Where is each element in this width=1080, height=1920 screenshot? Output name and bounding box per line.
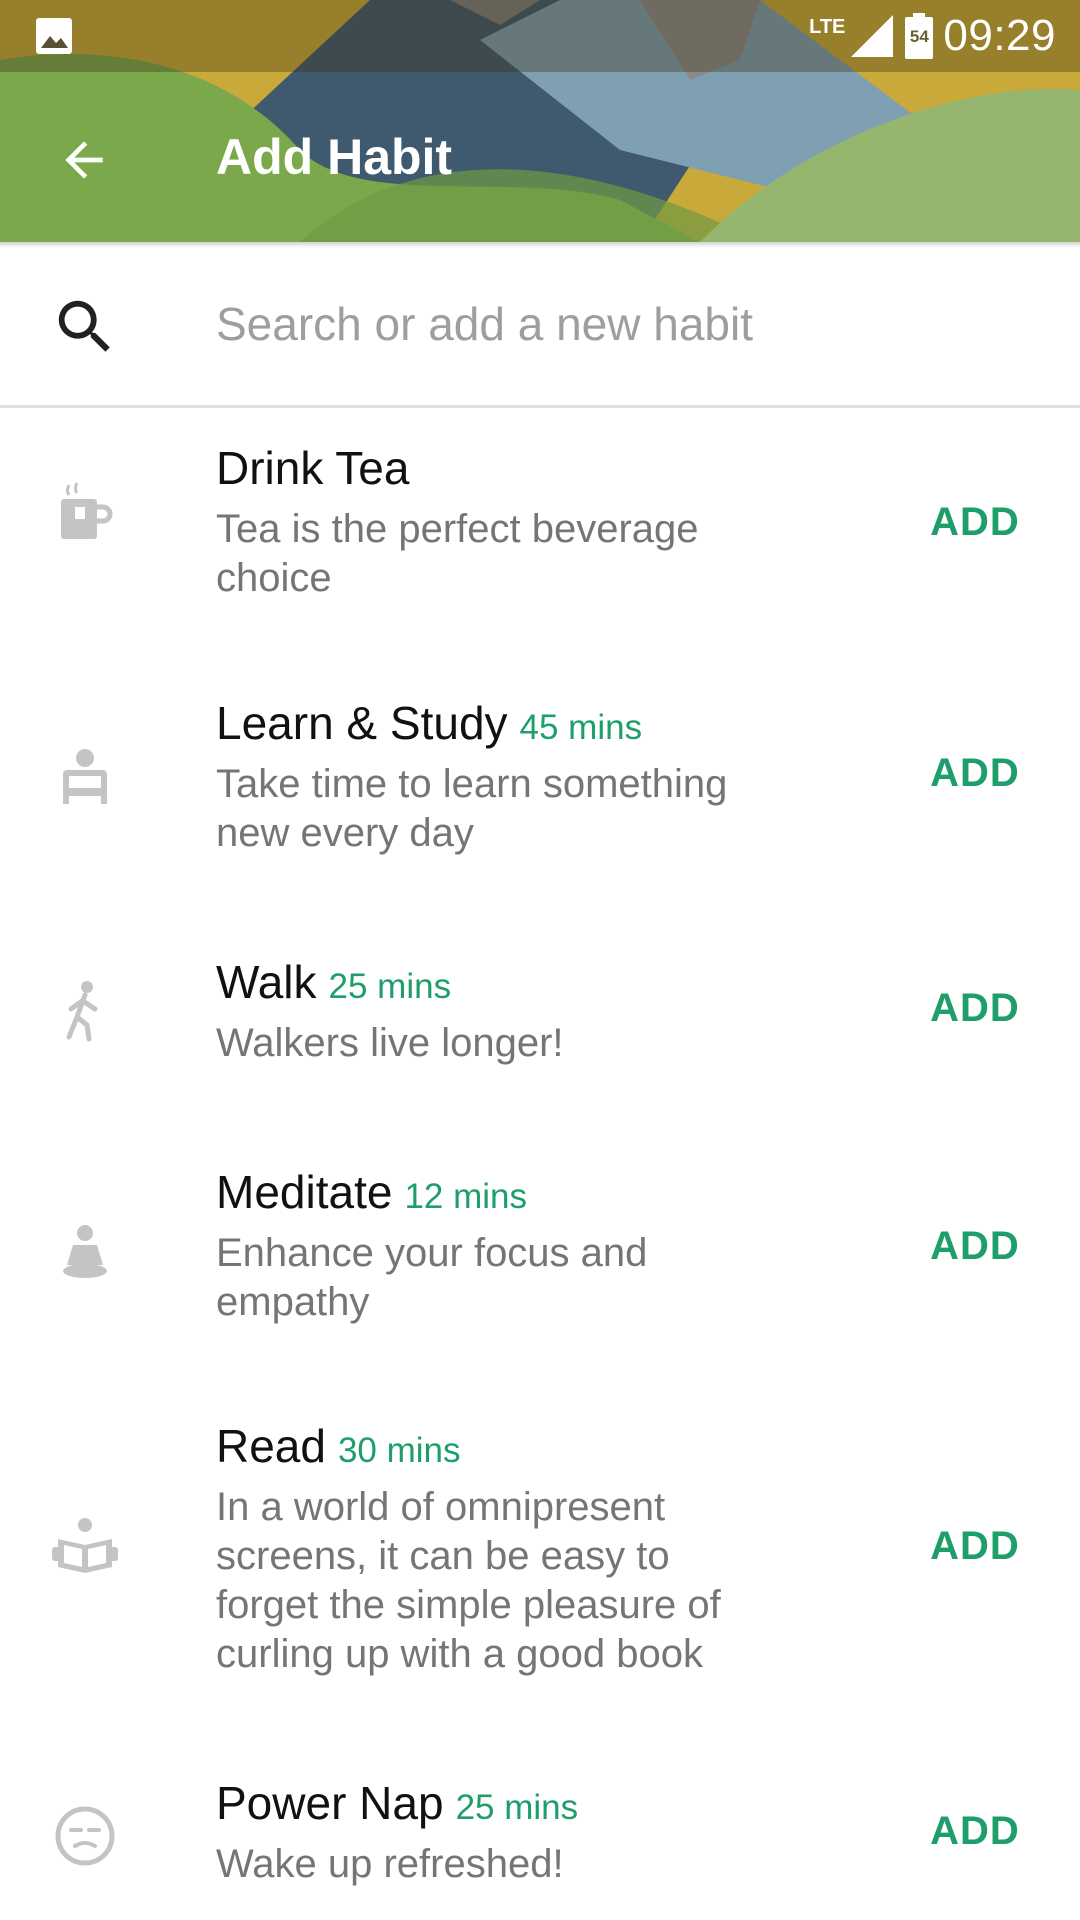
signal-icon — [851, 15, 894, 57]
habit-title: Drink Tea — [216, 442, 410, 494]
habit-duration: 30 mins — [337, 1431, 461, 1470]
add-button[interactable]: ADD — [900, 968, 1050, 1048]
habit-title: Walk 25 mins — [216, 956, 452, 1008]
list-item[interactable]: Read 30 mins In a world of omnipresent sc… — [0, 1392, 1080, 1722]
arrow-back-icon — [65, 141, 103, 179]
clock: 09:29 — [943, 11, 1056, 60]
add-button[interactable]: ADD — [900, 482, 1050, 562]
page-title: Add Habit — [216, 129, 453, 185]
add-button[interactable]: ADD — [900, 733, 1050, 813]
search-input[interactable] — [216, 288, 1036, 360]
add-button[interactable]: ADD — [900, 1506, 1050, 1586]
tea-cup-icon — [50, 478, 120, 548]
app-bar: Add Habit — [0, 72, 1080, 242]
habit-title: Read 30 mins — [216, 1420, 461, 1472]
battery-level: 54 — [909, 27, 929, 46]
list-item[interactable]: Power Nap 25 mins Wake up refreshed! ADD — [0, 1745, 1080, 1920]
habit-description: Walkers live longer! — [216, 1021, 564, 1065]
habit-description: In a world of omnipresent screens, it ca… — [216, 1485, 721, 1676]
open-book-icon — [50, 1512, 120, 1582]
habit-duration: 45 mins — [519, 708, 643, 747]
add-button[interactable]: ADD — [900, 1791, 1050, 1871]
meditation-icon — [50, 1218, 120, 1288]
gallery-notification-icon — [36, 18, 72, 54]
habit-duration: 12 mins — [404, 1177, 527, 1216]
search-icon — [58, 300, 110, 352]
status-bar: LTE 54 09:29 — [0, 0, 1080, 72]
list-item[interactable]: Learn & Study 45 mins Take time to learn … — [0, 665, 1080, 905]
study-desk-icon — [50, 741, 120, 811]
habit-title: Meditate 12 mins — [216, 1166, 527, 1218]
habit-title: Power Nap 25 mins — [216, 1777, 579, 1829]
list-item[interactable]: Walk 25 mins Walkers live longer! ADD — [0, 930, 1080, 1120]
add-button[interactable]: ADD — [900, 1206, 1050, 1286]
habit-description: Take time to learn something new every d… — [216, 762, 728, 855]
search-bar — [0, 248, 1080, 408]
list-item[interactable]: Drink Tea Tea is the perfect beverage ch… — [0, 410, 1080, 650]
sleeping-face-icon — [50, 1801, 120, 1871]
list-item[interactable]: Meditate 12 mins Enhance your focus and e… — [0, 1140, 1080, 1380]
walking-person-icon — [50, 976, 120, 1046]
header: LTE 54 09:29 Add Habit — [0, 0, 1080, 242]
habit-duration: 25 mins — [455, 1788, 579, 1827]
back-button[interactable] — [40, 116, 128, 204]
habit-duration: 25 mins — [328, 967, 452, 1006]
habit-description: Wake up refreshed! — [216, 1842, 564, 1886]
habit-description: Tea is the perfect beverage choice — [216, 507, 699, 600]
habit-title: Learn & Study 45 mins — [216, 697, 643, 749]
battery-icon: 54 — [905, 13, 934, 59]
network-type-label: LTE — [809, 16, 846, 38]
habit-description: Enhance your focus and empathy — [216, 1231, 648, 1324]
